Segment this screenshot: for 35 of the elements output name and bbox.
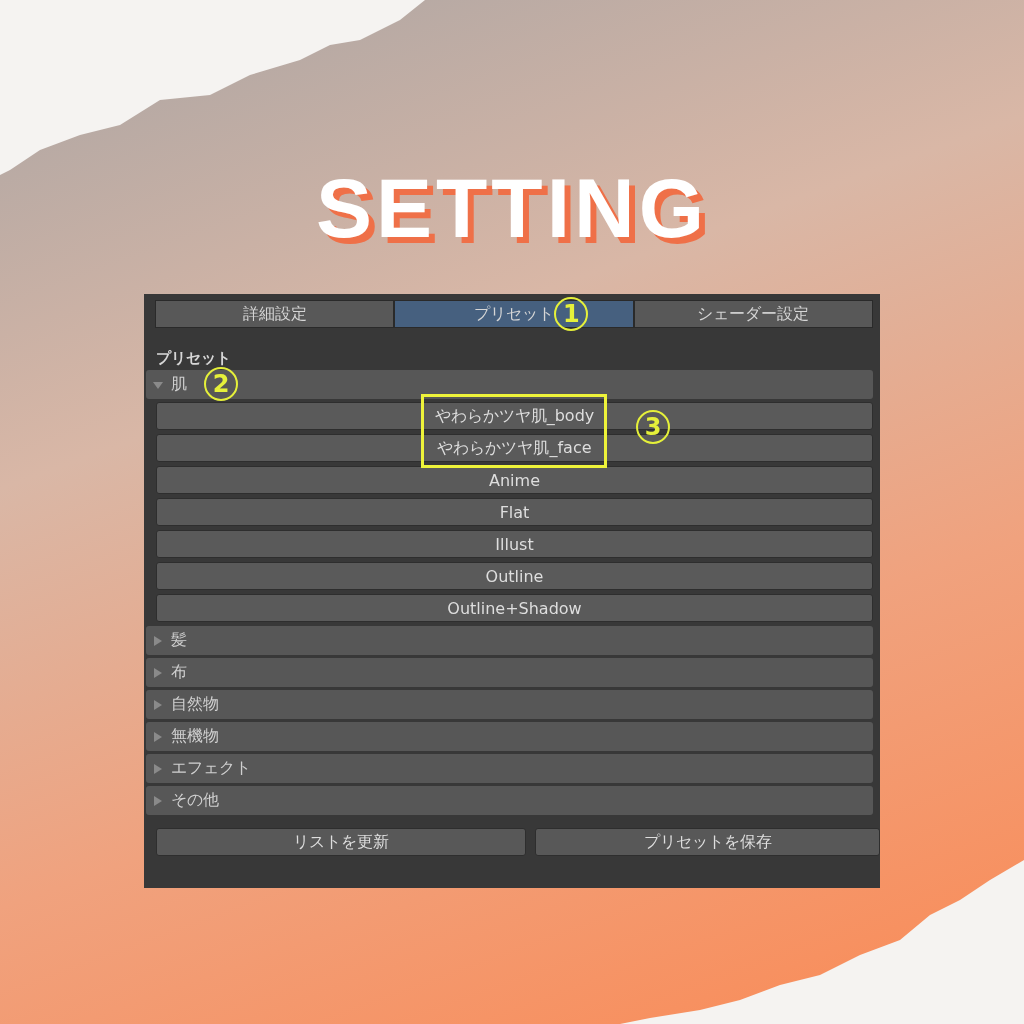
caret-icon: [153, 763, 163, 774]
category-label: 髪: [171, 630, 187, 651]
action-button[interactable]: リストを更新: [156, 828, 526, 856]
caret-icon: [153, 731, 163, 742]
caret-icon: [153, 379, 163, 390]
action-button[interactable]: プリセットを保存: [535, 828, 880, 856]
heading: SETTING: [315, 160, 709, 256]
category-header[interactable]: 自然物: [146, 690, 873, 719]
category-header[interactable]: 布: [146, 658, 873, 687]
category-label: 自然物: [171, 694, 219, 715]
category-header[interactable]: その他: [146, 786, 873, 815]
preset-button[interactable]: Anime: [156, 466, 873, 494]
category-header[interactable]: 髪: [146, 626, 873, 655]
caret-icon: [153, 795, 163, 806]
caret-icon: [153, 667, 163, 678]
caret-icon: [153, 635, 163, 646]
preset-button[interactable]: Flat: [156, 498, 873, 526]
category-header[interactable]: 無機物: [146, 722, 873, 751]
category-label: その他: [171, 790, 219, 811]
category-label: 肌: [171, 374, 187, 395]
preset-button[interactable]: Illust: [156, 530, 873, 558]
category-label: エフェクト: [171, 758, 251, 779]
category-header[interactable]: 肌 2: [146, 370, 873, 399]
preset-button[interactable]: Outline+Shadow: [156, 594, 873, 622]
tab[interactable]: 詳細設定: [155, 300, 395, 328]
caret-icon: [153, 699, 163, 710]
category-label: 布: [171, 662, 187, 683]
category-label: 無機物: [171, 726, 219, 747]
category-header[interactable]: エフェクト: [146, 754, 873, 783]
number-badge: 3: [636, 410, 670, 444]
preset-button[interactable]: Outline: [156, 562, 873, 590]
section-title: プリセット: [156, 348, 232, 368]
preset-button[interactable]: やわらかツヤ肌_face: [156, 434, 873, 462]
number-badge: 1: [554, 297, 589, 331]
tab[interactable]: シェーダー設定: [633, 300, 873, 328]
